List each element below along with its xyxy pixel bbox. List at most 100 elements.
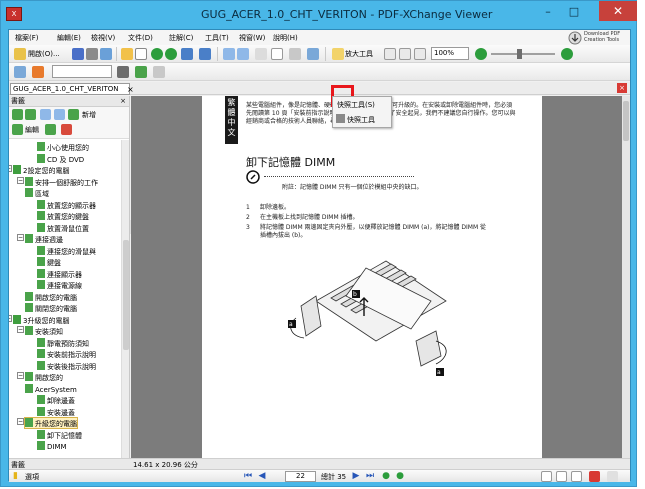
bookmark-item[interactable]: 連接電源線 [37, 280, 82, 290]
typewriter-icon[interactable] [307, 48, 319, 60]
bookmark-item[interactable]: − 連接週邊 [17, 234, 63, 244]
bookmark-item[interactable]: 開啟您的電腦 [25, 291, 77, 302]
pen-icon[interactable] [117, 66, 129, 78]
bookmark-item[interactable]: 安裝邊蓋 [37, 406, 75, 417]
tree-expander[interactable]: − [17, 372, 24, 379]
tree-expander[interactable]: − [17, 234, 24, 241]
bookmark-item[interactable]: 小心使用您的 [37, 142, 89, 152]
delete-bookmark-icon[interactable] [61, 124, 72, 135]
minimize-button[interactable]: – [536, 3, 560, 21]
back-icon[interactable] [151, 48, 163, 60]
snapshot-tool-menu-item[interactable]: 快照工具(S) [337, 100, 375, 110]
zoom-out-icon[interactable] [475, 48, 487, 60]
zoom-slider-thumb[interactable] [517, 49, 522, 59]
bookmark-edit-icon[interactable] [12, 124, 23, 135]
print-icon[interactable] [86, 48, 98, 60]
bookmark-item[interactable]: CD 及 DVD [37, 153, 84, 164]
continuous-view-icon[interactable] [556, 471, 567, 482]
open-button-label[interactable]: 開啟(O)... [28, 49, 60, 59]
download-pdf-creation-tools-link[interactable]: Download PDF Creation Tools [568, 31, 628, 45]
bookmark-item[interactable]: 鍵盤 [37, 257, 61, 267]
settings-icon[interactable] [607, 471, 618, 482]
menu-window[interactable]: 視窗(W) [239, 33, 265, 43]
options-icon[interactable]: ▮ [13, 471, 23, 481]
bookmark-item[interactable]: 安裝前指示說明 [37, 349, 96, 359]
page-icon[interactable] [271, 48, 283, 60]
document-tab[interactable]: GUG_ACER_1.0_CHT_VERITON × [10, 83, 134, 95]
tree-expander[interactable]: − [17, 418, 24, 425]
new-bookmark-icon[interactable] [68, 109, 79, 120]
zoom-tool-label[interactable]: 放大工具 [345, 49, 373, 59]
stamp-icon[interactable] [135, 66, 147, 78]
collapse-all-icon[interactable] [25, 109, 36, 120]
close-document-button[interactable]: × [617, 83, 627, 93]
title-bar[interactable]: X GUG_ACER_1.0_CHT_VERITON - PDF-XChange… [1, 1, 638, 29]
measure-icon[interactable] [153, 66, 165, 78]
bookmark-item[interactable]: 連接您的滑鼠與 [37, 245, 96, 256]
forward-icon[interactable] [165, 48, 177, 60]
bookmark-item[interactable]: 卸除邊蓋 [37, 395, 75, 405]
rotate-left-icon[interactable] [223, 48, 235, 60]
first-page-button[interactable]: ⏮ [243, 472, 253, 481]
history-forward-button[interactable]: ● [395, 472, 405, 481]
zoom-slider[interactable] [491, 53, 555, 55]
edit-bookmark-label[interactable]: 編輯 [25, 125, 39, 135]
bookmark-item[interactable]: 連接顯示器 [37, 268, 82, 279]
bookmark-properties-icon[interactable] [54, 109, 65, 120]
bookmarks-panel-close[interactable]: × [120, 96, 126, 106]
tree-expander[interactable]: − [17, 326, 24, 333]
app-icon[interactable]: X [6, 7, 22, 21]
facing-view-icon[interactable] [571, 471, 582, 482]
history-back-button[interactable]: ● [381, 472, 391, 481]
options-button[interactable]: 選項 [25, 472, 39, 482]
next-page-button[interactable]: ▶ [351, 472, 361, 481]
previous-page-button[interactable]: ◀ [257, 472, 267, 481]
menu-comments[interactable]: 註解(C) [169, 33, 193, 43]
snapshot-icon[interactable] [289, 48, 301, 60]
zoom-in-round-icon[interactable] [561, 48, 573, 60]
bookmark-up-icon[interactable] [45, 124, 56, 135]
close-window-button[interactable]: ✕ [599, 1, 637, 21]
style-input[interactable] [52, 65, 112, 78]
bookmarks-scrollbar-thumb[interactable] [123, 240, 129, 350]
menu-tools[interactable]: 工具(T) [205, 33, 229, 43]
menu-help[interactable]: 說明(H) [273, 33, 298, 43]
bookmark-item[interactable]: 卸下記憶體 [37, 429, 82, 440]
document-tab-close[interactable]: × [127, 85, 134, 95]
find-bookmark-icon[interactable] [40, 109, 51, 120]
menu-view[interactable]: 檢視(V) [91, 33, 115, 43]
redo-icon[interactable] [199, 48, 211, 60]
menu-file[interactable]: 檔案(F) [15, 33, 39, 43]
open-folder-icon[interactable] [14, 48, 26, 60]
snapshot-tool-submenu-item[interactable]: 快照工具 [347, 115, 375, 125]
bookmark-item[interactable]: 放置您的顯示器 [37, 199, 96, 210]
pdf-icon[interactable] [589, 471, 600, 482]
rotate-right-icon[interactable] [237, 48, 249, 60]
bookmark-item[interactable]: 放置您的鍵盤 [37, 211, 89, 221]
save-icon[interactable] [72, 48, 84, 60]
bookmark-item[interactable]: 區域 [25, 188, 49, 198]
bookmark-item[interactable]: − 升級您的電腦 [17, 417, 78, 429]
document-view[interactable]: 繁體中文 某些電腦組件，像是記憶體、硬碟、CPU 及擴充卡都是可升級的。在安裝或… [131, 96, 630, 458]
single-page-view-icon[interactable] [541, 471, 552, 482]
expand-all-icon[interactable] [12, 109, 23, 120]
maximize-button[interactable]: □ [562, 3, 586, 21]
current-page-field[interactable]: 22 [285, 471, 316, 482]
bookmark-item[interactable]: 安裝後指示說明 [37, 360, 96, 371]
bookmark-item[interactable]: − 2設定您的電腦 [9, 165, 69, 175]
new-bookmark-label[interactable]: 新增 [82, 110, 96, 120]
last-page-button[interactable]: ⏭ [365, 472, 375, 481]
find-icon[interactable] [255, 48, 267, 60]
bookmark-item[interactable]: − 開啟您的 [17, 372, 63, 382]
bookmark-item[interactable]: 關閉您的電腦 [25, 303, 77, 313]
document-vertical-scrollbar[interactable] [622, 96, 630, 458]
bookmark-item[interactable]: 靜電預防須知 [37, 337, 89, 348]
fit-width-icon[interactable] [414, 48, 426, 60]
zoom-level-field[interactable]: 100% [431, 47, 469, 60]
email-icon[interactable] [100, 48, 112, 60]
actual-size-icon[interactable] [384, 48, 396, 60]
zoom-in-icon[interactable] [332, 48, 344, 60]
tree-expander[interactable]: − [9, 314, 12, 322]
hand-tool-icon[interactable] [121, 48, 133, 60]
color-icon[interactable] [32, 66, 44, 78]
